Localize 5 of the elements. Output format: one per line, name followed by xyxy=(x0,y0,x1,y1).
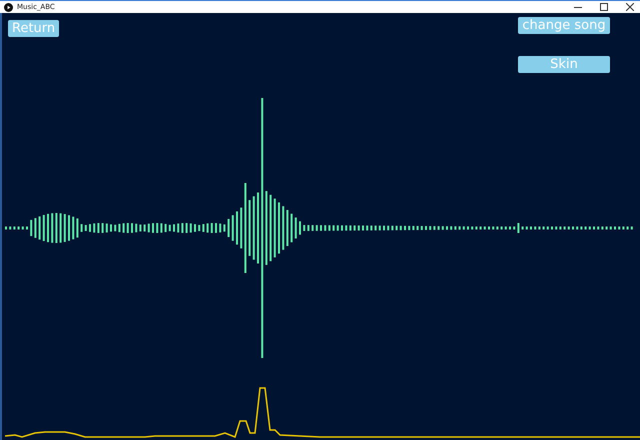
return-button[interactable]: Return xyxy=(8,20,60,37)
action-button[interactable]: Skin xyxy=(518,56,610,73)
maximize-icon[interactable] xyxy=(600,3,608,11)
close-icon[interactable] xyxy=(626,3,634,11)
action-button[interactable]: change song xyxy=(518,17,610,34)
